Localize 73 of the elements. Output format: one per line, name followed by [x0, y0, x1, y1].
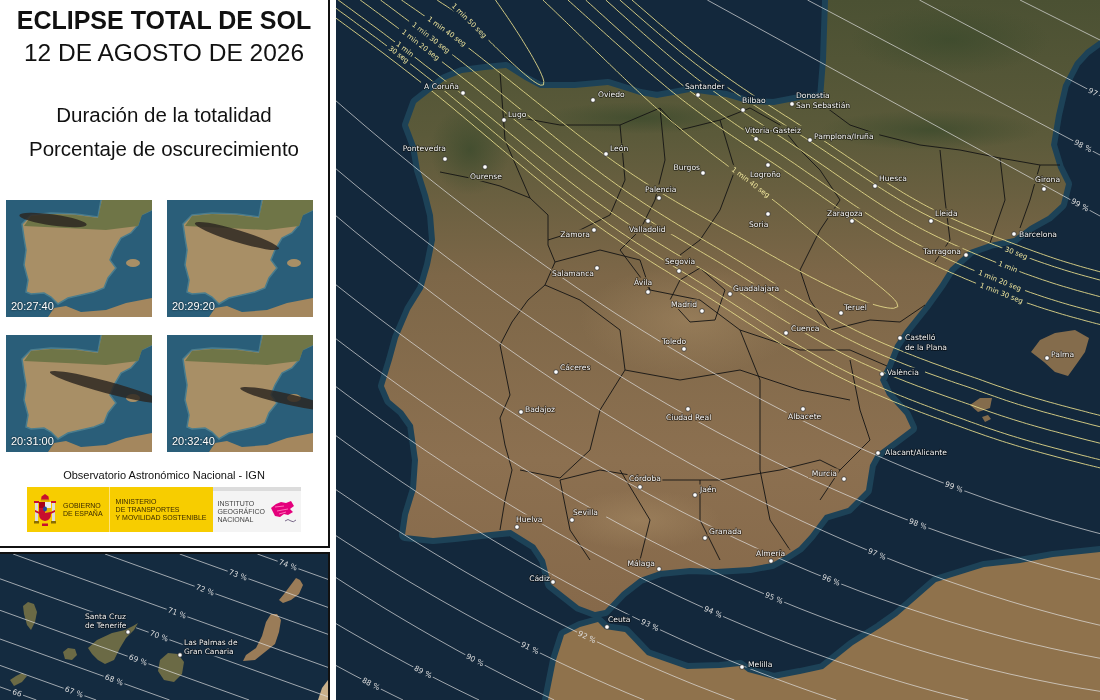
- city-dot-icon: [740, 107, 746, 113]
- island-area: [63, 648, 77, 660]
- island-area: [1031, 330, 1089, 376]
- city-dot-icon: [768, 558, 774, 564]
- city-dot-icon: [637, 484, 643, 490]
- city-dot-icon: [685, 406, 691, 412]
- legend-text: Duración de la totalidad: [56, 102, 272, 128]
- city-dot-icon: [460, 90, 466, 96]
- city-dot-icon: [591, 227, 597, 233]
- city-dot-icon: [928, 218, 934, 224]
- city-dot-icon: [645, 218, 651, 224]
- city-dot-icon: [872, 183, 878, 189]
- land-area: [318, 680, 328, 700]
- island-area: [982, 415, 991, 422]
- city-dot-icon: [727, 291, 733, 297]
- city-dot-icon: [442, 156, 448, 162]
- island-area: [23, 602, 37, 630]
- city-dot-icon: [681, 346, 687, 352]
- time-label: 20:27:40: [11, 300, 54, 313]
- city-dot-icon: [482, 164, 488, 170]
- city-dot-icon: [1044, 355, 1050, 361]
- city-dot-icon: [765, 162, 771, 168]
- city-dot-icon: [518, 409, 524, 415]
- city-dot-icon: [700, 170, 706, 176]
- island-area: [279, 578, 303, 603]
- city-dot-icon: [1041, 186, 1047, 192]
- city-dot-icon: [800, 406, 806, 412]
- map-title: ECLIPSE TOTAL DE SOL: [16, 6, 312, 34]
- city-dot-icon: [789, 101, 795, 107]
- city-dot-icon: [676, 268, 682, 274]
- city-dot-icon: [783, 330, 789, 336]
- time-label: 20:31:00: [11, 435, 54, 448]
- city-dot-icon: [604, 624, 610, 630]
- city-dot-icon: [838, 310, 844, 316]
- city-dot-icon: [645, 289, 651, 295]
- eclipse-date: 12 DE AGOSTO DE 2026: [23, 39, 305, 67]
- city-dot-icon: [807, 137, 813, 143]
- city-dot-icon: [603, 151, 609, 157]
- legend-text: Porcentaje de oscurecimiento: [28, 136, 300, 162]
- city-dot-icon: [695, 92, 701, 98]
- island-area: [243, 614, 281, 661]
- time-label: 20:29:20: [172, 300, 215, 313]
- city-dot-icon: [1011, 231, 1017, 237]
- city-dot-icon: [692, 492, 698, 498]
- city-dot-icon: [177, 652, 183, 658]
- city-dot-icon: [702, 535, 708, 541]
- city-dot-icon: [963, 252, 969, 258]
- credit-text: Observatorio Astronómico Nacional - IGN: [63, 468, 265, 482]
- city-dot-icon: [656, 566, 662, 572]
- city-dot-icon: [590, 97, 596, 103]
- city-dot-icon: [656, 195, 662, 201]
- city-dot-icon: [569, 517, 575, 523]
- city-dot-icon: [739, 664, 745, 670]
- time-label: 20:32:40: [172, 435, 215, 448]
- city-dot-icon: [553, 369, 559, 375]
- coat-of-arms-icon: [34, 493, 57, 526]
- city-dot-icon: [550, 579, 556, 585]
- city-dot-icon: [765, 211, 771, 217]
- institute-logo-icon: [269, 500, 296, 523]
- city-dot-icon: [849, 218, 855, 224]
- island-area: [970, 398, 992, 412]
- city-dot-icon: [879, 371, 885, 377]
- city-dot-icon: [501, 117, 507, 123]
- city-dot-icon: [699, 308, 705, 314]
- island-area: [10, 673, 27, 686]
- city-dot-icon: [514, 524, 520, 530]
- city-dot-icon: [875, 450, 881, 456]
- city-dot-icon: [125, 629, 131, 635]
- city-dot-icon: [841, 476, 847, 482]
- city-dot-icon: [897, 335, 903, 341]
- city-dot-icon: [753, 136, 759, 142]
- city-dot-icon: [594, 265, 600, 271]
- island-area: [158, 653, 184, 682]
